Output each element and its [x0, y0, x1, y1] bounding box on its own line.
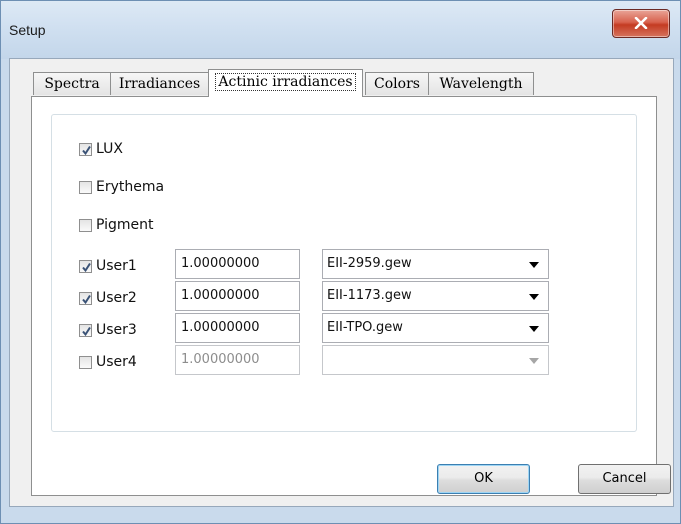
user2-file-select[interactable]: EII-1173.gew: [322, 281, 549, 311]
check-icon: [82, 262, 91, 273]
tab-spectra[interactable]: Spectra: [33, 72, 111, 95]
user3-factor-input[interactable]: 1.00000000: [175, 313, 300, 343]
user1-file-select[interactable]: EII-2959.gew: [322, 249, 549, 279]
setup-dialog: Setup Spectra Irradiances Actinic irradi…: [0, 0, 681, 524]
erythema-checkbox[interactable]: [79, 181, 92, 194]
dropdown-arrow-icon: [529, 358, 539, 364]
tab-actinic-irradiances[interactable]: Actinic irradiances: [208, 69, 363, 97]
check-icon: [82, 294, 91, 305]
close-button[interactable]: [612, 9, 670, 38]
check-icon: [82, 326, 91, 337]
pigment-checkbox[interactable]: [79, 219, 92, 232]
user3-checkbox[interactable]: [79, 324, 92, 337]
title-bar[interactable]: Setup: [1, 1, 680, 59]
user2-checkbox[interactable]: [79, 292, 92, 305]
user1-file-value: EII-2959.gew: [327, 256, 412, 271]
erythema-label: Erythema: [96, 179, 165, 195]
tab-colors[interactable]: Colors: [365, 72, 429, 95]
check-icon: [82, 145, 91, 156]
user3-label: User3: [96, 322, 137, 338]
user4-file-select[interactable]: [322, 345, 549, 375]
user3-file-select[interactable]: EII-TPO.gew: [322, 313, 549, 343]
user4-label: User4: [96, 354, 137, 370]
user4-checkbox[interactable]: [79, 356, 92, 369]
tab-actinic-label: Actinic irradiances: [215, 73, 356, 91]
dropdown-arrow-icon: [529, 262, 539, 268]
pigment-label: Pigment: [96, 217, 154, 233]
tab-irradiances[interactable]: Irradiances: [110, 72, 209, 95]
dropdown-arrow-icon: [529, 294, 539, 300]
dialog-client-area: Spectra Irradiances Actinic irradiances …: [9, 58, 674, 507]
user2-factor-input[interactable]: 1.00000000: [175, 281, 300, 311]
user2-label: User2: [96, 290, 137, 306]
user1-label: User1: [96, 258, 137, 274]
options-group: LUX Erythema Pigment User1 1.00000000 EI…: [51, 114, 637, 432]
user1-factor-input[interactable]: 1.00000000: [175, 249, 300, 279]
close-icon: [634, 17, 648, 29]
user4-factor-input[interactable]: 1.00000000: [175, 345, 300, 375]
tab-wavelength[interactable]: Wavelength: [428, 72, 534, 95]
ok-button[interactable]: OK: [437, 464, 530, 494]
lux-label: LUX: [96, 141, 123, 157]
window-title: Setup: [9, 22, 46, 38]
lux-checkbox[interactable]: [79, 143, 92, 156]
user3-file-value: EII-TPO.gew: [327, 320, 403, 335]
dropdown-arrow-icon: [529, 326, 539, 332]
user1-checkbox[interactable]: [79, 260, 92, 273]
actinic-irradiances-panel: LUX Erythema Pigment User1 1.00000000 EI…: [31, 96, 657, 496]
cancel-button[interactable]: Cancel: [578, 464, 671, 494]
user2-file-value: EII-1173.gew: [327, 288, 412, 303]
